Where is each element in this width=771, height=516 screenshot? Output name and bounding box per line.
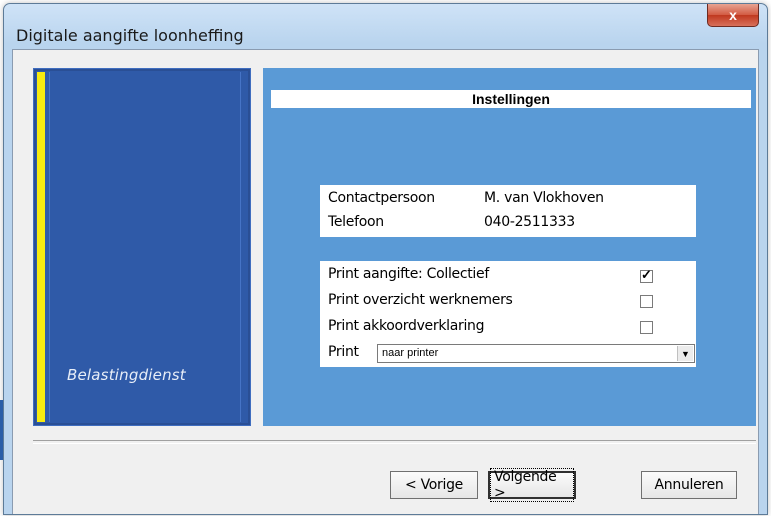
title-bar[interactable]: Digitale aangifte loonheffing x (4, 4, 767, 48)
back-button-label: < Vorige (405, 477, 463, 493)
print-label: Print (328, 344, 359, 360)
contact-box: Contactpersoon M. van Vlokhoven Telefoon… (320, 185, 696, 237)
dialog-window: Digitale aangifte loonheffing x Belastin… (3, 3, 768, 515)
print-overzicht-checkbox[interactable] (640, 295, 653, 308)
print-destination-value: naar printer (382, 347, 439, 359)
contact-label: Contactpersoon (328, 190, 435, 206)
contact-value: M. van Vlokhoven (484, 190, 604, 206)
brand-panel-line (240, 72, 241, 422)
dropdown-button[interactable]: ▼ (677, 346, 693, 361)
brand-panel-line (49, 72, 50, 422)
settings-header: Instellingen (271, 90, 751, 108)
next-button[interactable]: Volgende > (488, 468, 576, 502)
cancel-button-label: Annuleren (654, 477, 724, 493)
print-aangifte-checkbox[interactable] (640, 267, 653, 283)
phone-label: Telefoon (328, 214, 384, 230)
brand-logo-text: Belastingdienst (67, 366, 186, 384)
yellow-accent-bar (37, 72, 45, 422)
separator (33, 440, 756, 444)
close-button[interactable]: x (707, 4, 759, 27)
chevron-down-icon: ▼ (681, 348, 690, 359)
print-destination-select[interactable]: naar printer ▼ (377, 344, 695, 363)
cancel-button[interactable]: Annuleren (641, 471, 737, 499)
back-button[interactable]: < Vorige (390, 471, 478, 499)
settings-panel: Instellingen Contactpersoon M. van Vlokh… (263, 68, 756, 426)
background-window-edge (0, 400, 3, 460)
close-icon: x (729, 7, 737, 23)
option-label: Print aangifte: Collectief (328, 266, 489, 282)
option-label: Print akkoordverklaring (328, 318, 485, 334)
dialog-client-area: Belastingdienst Instellingen Contactpers… (12, 49, 759, 514)
phone-value: 040-2511333 (484, 214, 575, 230)
window-title: Digitale aangifte loonheffing (16, 26, 244, 45)
option-label: Print overzicht werknemers (328, 292, 513, 308)
print-akkoord-checkbox[interactable] (640, 321, 653, 334)
print-options-box: Print aangifte: Collectief Print overzic… (320, 261, 696, 367)
next-button-label: Volgende > (490, 468, 574, 502)
brand-panel: Belastingdienst (33, 68, 251, 426)
